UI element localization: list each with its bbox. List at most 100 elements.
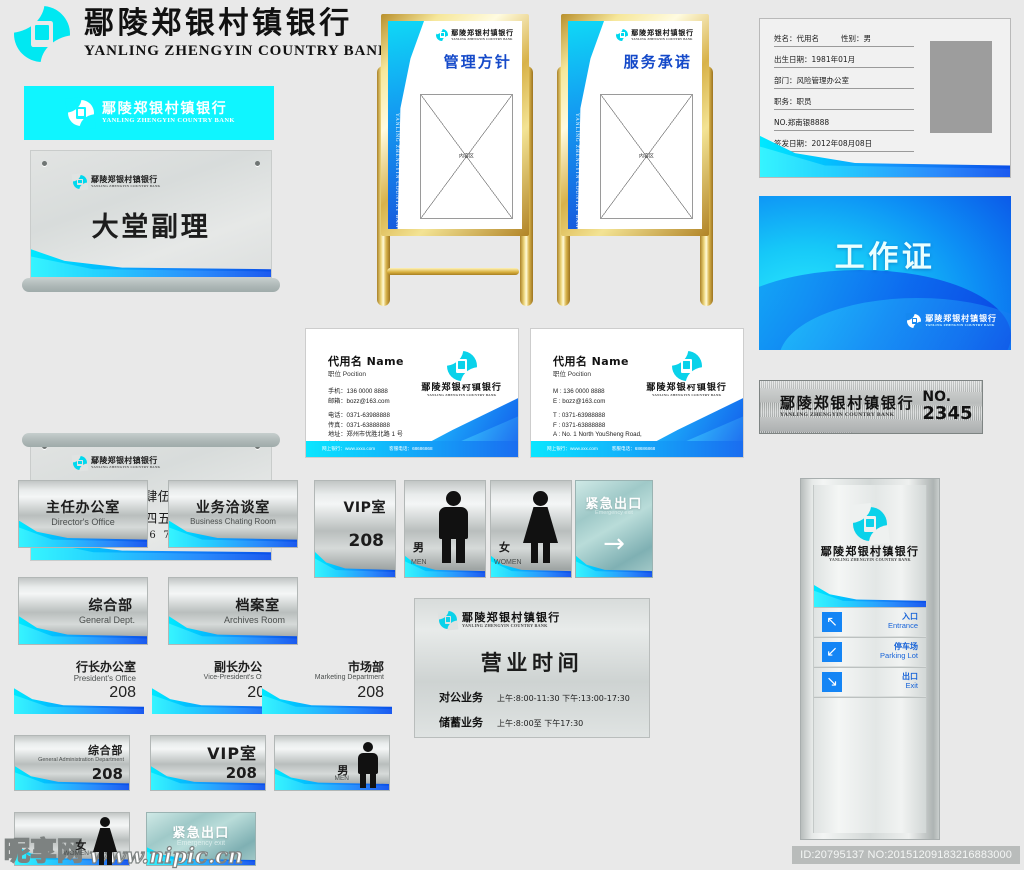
totem-label-en: Exit xyxy=(905,681,918,691)
sign-label-en: Archives Room xyxy=(223,615,285,625)
plate-number: NO. 2345 xyxy=(922,389,973,424)
card-brand-cn: 鄢陵郑银村镇银行 xyxy=(646,383,727,393)
totem-label-en: Parking Lot xyxy=(880,651,918,661)
sign-label-en: WOMEN xyxy=(63,850,89,857)
male-pictogram-icon xyxy=(357,742,379,788)
bank-logo-icon xyxy=(9,0,75,69)
sign-label-cn: 综合部 xyxy=(88,598,133,614)
easel-side-text: YANLING ZHENGYIN COUNTRY BANK xyxy=(394,112,400,229)
female-pictogram-icon xyxy=(523,491,559,563)
hours-row-savings: 储蓄业务 上午:8:00至 下午17:30 xyxy=(439,714,583,730)
metal-sign-general-administration: 综合部 General Administration Department 20… xyxy=(14,735,130,791)
sign-room-number: 208 xyxy=(91,765,123,783)
id-field-number: NO.郑南银8888 xyxy=(774,117,914,131)
bank-logo-icon xyxy=(906,312,923,330)
card-contact-primary: M : 136 0000 8888 E : bozz@163.com xyxy=(553,388,606,405)
easel-stand-service-pledge: YANLING ZHENGYIN COUNTRY BANK 鄢陵郑银村镇银行 Y… xyxy=(555,14,715,314)
work-badge-brand: 鄢陵郑银村镇银行 YANLING ZHENGYIN COUNTRY BANK xyxy=(906,312,997,330)
easel-content-placeholder: 内容区 xyxy=(420,93,513,219)
easel-brand: 鄢陵郑银村镇银行 YANLING ZHENGYIN COUNTRY BANK xyxy=(435,27,514,43)
totem-row-blank xyxy=(814,697,926,727)
sign-label-en: General Dept. xyxy=(78,615,135,625)
bank-logo-icon xyxy=(71,173,89,191)
totem-blue-band xyxy=(814,585,926,607)
directory-totem-sign: 鄢陵郑银村镇银行 YANLING ZHENGYIN COUNTRY BANK ↖… xyxy=(800,478,940,840)
banner-brand-cn: 鄢陵郑银村镇银行 xyxy=(102,100,228,117)
door-sign-archives-room: 档案室 Archives Room xyxy=(168,577,298,645)
totem-inner-panel: 鄢陵郑银村镇银行 YANLING ZHENGYIN COUNTRY BANK ↖… xyxy=(813,485,927,833)
sign-label-en: WOMEN xyxy=(494,559,522,566)
sign-room-number: 208 xyxy=(348,531,385,551)
female-pictogram-icon xyxy=(93,817,117,865)
totem-row-entrance[interactable]: ↖ 入口 Entrance xyxy=(814,607,926,637)
bank-logo-icon xyxy=(435,27,450,43)
easel-frame: YANLING ZHENGYIN COUNTRY BANK 鄢陵郑银村镇银行 Y… xyxy=(381,14,529,236)
bank-logo-icon xyxy=(669,347,705,385)
easel-frame: YANLING ZHENGYIN COUNTRY BANK 鄢陵郑银村镇银行 Y… xyxy=(561,14,709,236)
card-name: 代用名 Name xyxy=(553,355,629,368)
hours-row-corporate: 对公业务 上午:8:00-11:30 下午:13:00-17:30 xyxy=(439,689,630,705)
work-badge-brand-cn: 鄢陵郑银村镇银行 xyxy=(925,313,997,323)
easel-title: 管理方针 xyxy=(443,53,512,71)
blue-swoosh-band xyxy=(315,552,395,577)
page-header: 鄢陵郑银村镇银行 YANLING ZHENGYIN COUNTRY BANK xyxy=(9,0,391,69)
easel-stand-management-policy: YANLING ZHENGYIN COUNTRY BANK 鄢陵郑银村镇银行 Y… xyxy=(375,14,535,314)
blue-swoosh-band xyxy=(31,249,271,277)
bank-logo-icon xyxy=(444,347,480,385)
sign-label-en: MEN xyxy=(411,559,427,566)
hours-row-label: 储蓄业务 xyxy=(439,716,483,729)
arrow-down-right-icon: ↘ xyxy=(822,672,842,692)
sign-label-cn: 行长办公室 xyxy=(75,660,136,674)
easel-content-label: 内容区 xyxy=(458,153,474,160)
business-card-chinese: 代用名 Name 职位 Pocition 手机：136 0000 8888 邮箱… xyxy=(305,328,519,458)
vertical-sign-men-restroom: 男 MEN xyxy=(404,480,486,578)
card-logo-block: 鄢陵郑银村镇银行 YANLING ZHENGYIN COUNTRY BANK xyxy=(646,347,727,397)
door-sign-directors-office: 主任办公室 Director's Office xyxy=(18,480,148,548)
header-brand-cn: 鄢陵郑银村镇银行 xyxy=(84,6,353,41)
blue-swoosh-band xyxy=(576,555,652,577)
banner-wordmark: 鄢陵郑银村镇银行 YANLING ZHENGYIN COUNTRY BANK xyxy=(102,102,235,125)
arrow-up-left-icon: ↖ xyxy=(822,612,842,632)
plaque-brand-en: YANLING ZHENGYIN COUNTRY BANK xyxy=(91,183,161,188)
totem-label-en: Entrance xyxy=(887,621,918,631)
easel-board: YANLING ZHENGYIN COUNTRY BANK 鄢陵郑银村镇银行 Y… xyxy=(388,21,522,229)
sign-label-cn: 业务洽谈室 xyxy=(195,500,271,516)
metal-sign-vip-room: VIP室 208 xyxy=(150,735,266,791)
banner-brand-en: YANLING ZHENGYIN COUNTRY BANK xyxy=(102,116,235,124)
hours-brand-en: YANLING ZHENGYIN COUNTRY BANK xyxy=(462,622,548,628)
vertical-sign-vip-room: VIP室 208 xyxy=(314,480,396,578)
plaque-title: 大堂副理 xyxy=(91,212,211,243)
arrow-right-icon: → xyxy=(603,529,625,559)
easel-side-text: YANLING ZHENGYIN COUNTRY BANK xyxy=(574,112,580,229)
easel-brand-cn: 鄢陵郑银村镇银行 xyxy=(631,28,694,37)
id-field-birth: 出生日期：1981年01月 xyxy=(774,54,914,68)
bank-logo-icon xyxy=(615,27,630,43)
id-photo-placeholder xyxy=(930,41,992,133)
plaque-brand-en: YANLING ZHENGYIN COUNTRY BANK xyxy=(91,464,161,469)
header-wordmark: 鄢陵郑银村镇银行 YANLING ZHENGYIN COUNTRY BANK xyxy=(84,9,391,59)
plaque-brand: 鄢陵郑银村镇银行 YANLING ZHENGYIN COUNTRY BANK xyxy=(71,173,161,191)
totem-row-exit[interactable]: ↘ 出口 Exit xyxy=(814,667,926,697)
bank-logo-icon xyxy=(65,97,97,129)
sign-label-cn: 档案室 xyxy=(235,598,280,614)
hours-title: 营业时间 xyxy=(480,650,584,675)
blue-swoosh-band xyxy=(14,688,144,714)
easel-brand-cn: 鄢陵郑银村镇银行 xyxy=(451,28,514,37)
sign-label-cn: 男 xyxy=(413,541,425,554)
totem-brand-en: YANLING ZHENGYIN COUNTRY BANK xyxy=(829,557,911,562)
sign-label-en: Marketing Department xyxy=(314,674,384,681)
hours-row-label: 对公业务 xyxy=(439,691,483,704)
id-field-title: 职务：职员 xyxy=(774,96,914,110)
easel-brand-en: YANLING ZHENGYIN COUNTRY BANK xyxy=(631,36,693,41)
male-pictogram-icon xyxy=(437,491,471,563)
card-footer-web: 网上银行：www.xxx.com xyxy=(547,446,598,451)
bank-logo-icon xyxy=(71,454,89,472)
plaque-brand: 鄢陵郑银村镇银行 YANLING ZHENGYIN COUNTRY BANK xyxy=(71,454,161,472)
card-footer-phone: 客服电话：68686868 xyxy=(611,446,656,451)
card-name: 代用名 Name xyxy=(328,355,404,368)
card-contact-primary: 手机：136 0000 8888 邮箱：bozz@163.com xyxy=(328,388,390,405)
totem-row-parking[interactable]: ↙ 停车场 Parking Lot xyxy=(814,637,926,667)
desk-plaque-base xyxy=(22,278,280,292)
sign-label-cn: 女 xyxy=(499,541,511,554)
cyan-brand-banner: 鄢陵郑银村镇银行 YANLING ZHENGYIN COUNTRY BANK xyxy=(24,86,274,140)
